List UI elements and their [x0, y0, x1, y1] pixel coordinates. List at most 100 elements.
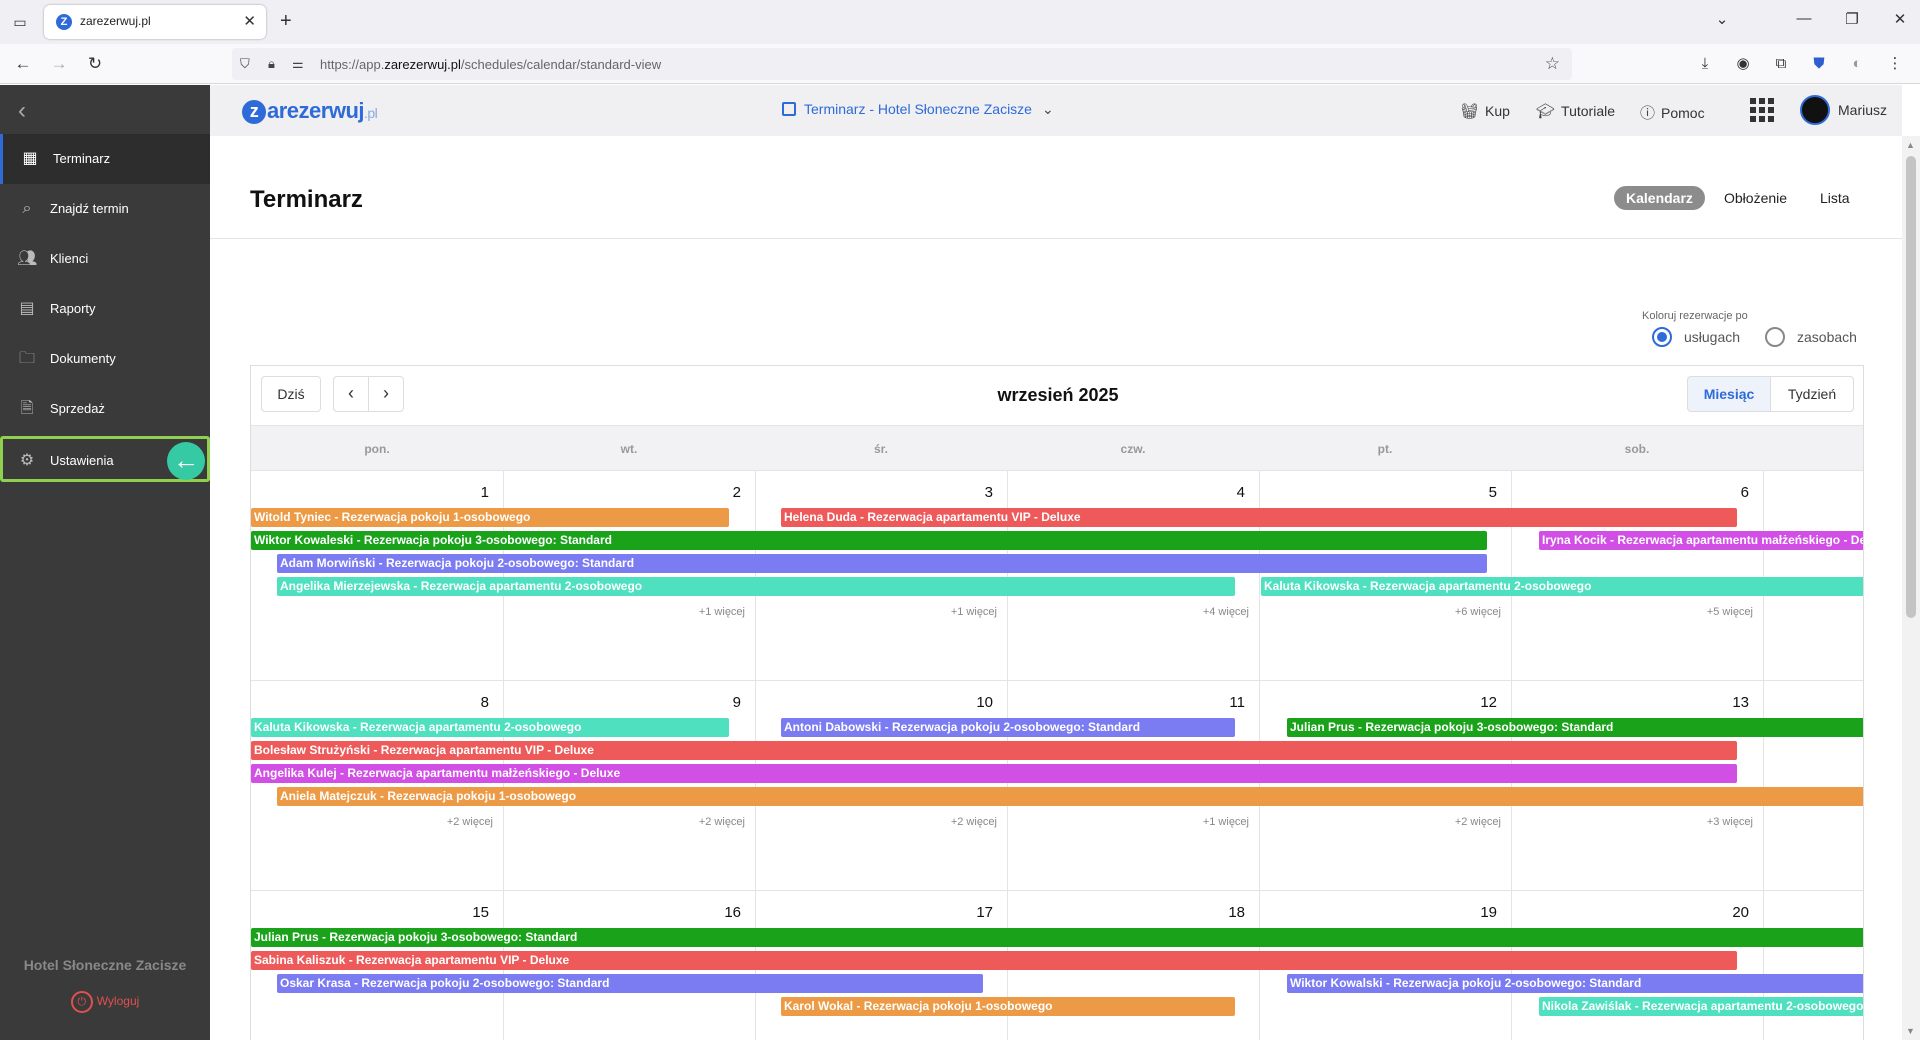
new-tab-icon[interactable]: +	[280, 10, 292, 32]
reservation-event[interactable]: Kaluta Kikowska - Rezerwacja apartamentu…	[251, 718, 729, 737]
reservation-event[interactable]: Wiktor Kowaleski - Rezerwacja pokoju 3-o…	[251, 531, 1487, 550]
day-number[interactable]: 5	[1457, 484, 1497, 501]
lock-icon[interactable]: 🔒︎	[268, 56, 275, 72]
reservation-event[interactable]: Bolesław Strużyński - Rezerwacja apartam…	[251, 741, 1737, 760]
more-events-link[interactable]: +1 więcej	[1129, 816, 1249, 828]
day-number[interactable]: 11	[1205, 694, 1245, 711]
sidebar-item-sprzedaz[interactable]: 🗎︎ Sprzedaż	[0, 384, 210, 434]
bookmark-star-icon[interactable]: ☆	[1545, 54, 1560, 74]
month-view-button[interactable]: Miesiąc	[1687, 376, 1771, 412]
day-number[interactable]: 1	[449, 484, 489, 501]
tutorials-button[interactable]: 🎓︎ Tutoriale	[1536, 102, 1615, 120]
more-events-link[interactable]: +1 więcej	[625, 606, 745, 618]
sidebar-item-klienci[interactable]: 👥︎ Klienci	[0, 234, 210, 284]
logout-button[interactable]: ⏻ Wyloguj	[0, 991, 210, 1013]
browser-tab[interactable]: Z zarezerwuj.pl ✕	[44, 5, 266, 39]
logo[interactable]: z arezerwuj.pl	[242, 98, 378, 124]
reload-icon[interactable]: ↻	[84, 53, 106, 75]
day-number[interactable]: 20	[1709, 904, 1749, 921]
reservation-event[interactable]: Helena Duda - Rezerwacja apartamentu VIP…	[781, 508, 1737, 527]
buy-button[interactable]: 🧺︎ Kup	[1460, 102, 1510, 120]
reservation-event[interactable]: Adam Morwiński - Rezerwacja pokoju 2-oso…	[277, 554, 1487, 573]
more-events-link[interactable]: +2 więcej	[625, 816, 745, 828]
color-by-services-label[interactable]: usługach	[1684, 329, 1740, 345]
reservation-event[interactable]: Wiktor Kowalski - Rezerwacja pokoju 2-os…	[1287, 974, 1863, 993]
shield-icon[interactable]: ⛉	[240, 56, 250, 72]
tab-kalendarz[interactable]: Kalendarz	[1614, 186, 1705, 210]
reservation-event[interactable]: Julian Prus - Rezerwacja pokoju 3-osobow…	[1287, 718, 1863, 737]
restore-icon[interactable]: ❐	[1842, 10, 1862, 28]
day-number[interactable]: 8	[449, 694, 489, 711]
close-window-icon[interactable]: ✕	[1890, 10, 1910, 28]
day-number[interactable]: 3	[953, 484, 993, 501]
reservation-event[interactable]: Sabina Kaliszuk - Rezerwacja apartamentu…	[251, 951, 1737, 970]
extensions-icon[interactable]: ⧉	[1771, 54, 1791, 74]
reservation-event[interactable]: Karol Wokal - Rezerwacja pokoju 1-osobow…	[781, 997, 1235, 1016]
extension-icon[interactable]: ◐	[1847, 54, 1867, 74]
url-text[interactable]: https://app.zarezerwuj.pl/schedules/cale…	[320, 57, 661, 72]
week-view-button[interactable]: Tydzień	[1770, 376, 1854, 412]
day-number[interactable]: 18	[1205, 904, 1245, 921]
forward-arrow-icon[interactable]: →	[48, 53, 70, 75]
sidebar-item-znajdz-termin[interactable]: ⌕ Znajdź termin	[0, 184, 210, 234]
reservation-event[interactable]: Nikola Zawiślak - Rezerwacja apartamentu…	[1539, 997, 1863, 1016]
color-by-resources-radio[interactable]	[1765, 327, 1785, 347]
scroll-up-icon[interactable]: ▲	[1906, 140, 1915, 150]
schedule-selector[interactable]: Terminarz - Hotel Słoneczne Zacisze ⌄	[782, 101, 1054, 118]
reservation-event[interactable]: Iryna Kocik - Rezerwacja apartamentu mał…	[1539, 531, 1863, 550]
reservation-event[interactable]: Angelika Mierzejewska - Rezerwacja apart…	[277, 577, 1235, 596]
more-events-link[interactable]: +5 więcej	[1633, 606, 1753, 618]
reservation-event[interactable]: Angelika Kulej - Rezerwacja apartamentu …	[251, 764, 1737, 783]
account-icon[interactable]: ◉	[1733, 54, 1753, 74]
day-number[interactable]: 6	[1709, 484, 1749, 501]
back-arrow-icon[interactable]: ←	[12, 53, 34, 75]
more-events-link[interactable]: +1 więcej	[877, 606, 997, 618]
sidebar-item-ustawienia[interactable]: ⚙ Ustawienia ←	[0, 436, 210, 482]
day-number[interactable]: 16	[701, 904, 741, 921]
scrollbar-thumb[interactable]	[1906, 156, 1916, 618]
day-number[interactable]: 9	[701, 694, 741, 711]
more-events-link[interactable]: +2 więcej	[373, 816, 493, 828]
tab-overflow-chevron-icon[interactable]: ⌄	[1712, 10, 1732, 28]
day-number[interactable]: 19	[1457, 904, 1497, 921]
close-tab-icon[interactable]: ✕	[243, 12, 256, 30]
day-number[interactable]: 2	[701, 484, 741, 501]
page-scrollbar[interactable]: ▲ ▼	[1902, 136, 1920, 1040]
permissions-icon[interactable]: ⚌	[292, 56, 304, 72]
more-events-link[interactable]: +2 więcej	[877, 816, 997, 828]
download-icon[interactable]: ⤓	[1695, 54, 1715, 74]
color-by-services-radio[interactable]	[1652, 327, 1672, 347]
more-events-link[interactable]: +4 więcej	[1129, 606, 1249, 618]
tab-list-icon[interactable]: ▭	[8, 10, 32, 34]
tab-oblozenie[interactable]: Obłożenie	[1712, 186, 1799, 210]
more-events-link[interactable]: +6 więcej	[1381, 606, 1501, 618]
scroll-down-icon[interactable]: ▼	[1906, 1026, 1915, 1036]
menu-icon[interactable]: ⋮	[1885, 54, 1905, 74]
apps-grid-icon[interactable]	[1750, 98, 1774, 122]
day-number[interactable]: 4	[1205, 484, 1245, 501]
help-button[interactable]: ⓘ Pomoc	[1640, 102, 1705, 123]
user-name[interactable]: Mariusz	[1838, 102, 1887, 118]
sidebar-item-terminarz[interactable]: ▦ Terminarz	[0, 134, 210, 184]
sidebar-item-raporty[interactable]: ▤ Raporty	[0, 284, 210, 334]
day-number[interactable]: 13	[1709, 694, 1749, 711]
collapse-sidebar-icon[interactable]: ‹	[18, 97, 26, 125]
reservation-event[interactable]: Julian Prus - Rezerwacja pokoju 3-osobow…	[251, 928, 1863, 947]
reservation-event[interactable]: Kaluta Kikowska - Rezerwacja apartamentu…	[1261, 577, 1863, 596]
sidebar-item-dokumenty[interactable]: 🗀︎ Dokumenty	[0, 334, 210, 384]
day-number[interactable]: 10	[953, 694, 993, 711]
avatar[interactable]	[1800, 95, 1830, 125]
day-number[interactable]: 17	[953, 904, 993, 921]
day-number[interactable]: 12	[1457, 694, 1497, 711]
minimize-icon[interactable]: —	[1794, 10, 1814, 27]
reservation-event[interactable]: Antoni Dabowski - Rezerwacja pokoju 2-os…	[781, 718, 1235, 737]
reservation-event[interactable]: Oskar Krasa - Rezerwacja pokoju 2-osobow…	[277, 974, 983, 993]
more-events-link[interactable]: +3 więcej	[1633, 816, 1753, 828]
reservation-event[interactable]: Witold Tyniec - Rezerwacja pokoju 1-osob…	[251, 508, 729, 527]
color-by-resources-label[interactable]: zasobach	[1797, 329, 1857, 345]
bitwarden-icon[interactable]: ⛊	[1809, 54, 1829, 74]
reservation-event[interactable]: Aniela Matejczuk - Rezerwacja pokoju 1-o…	[277, 787, 1863, 806]
day-number[interactable]: 15	[449, 904, 489, 921]
address-bar[interactable]: ⛉ 🔒︎ ⚌ https://app.zarezerwuj.pl/schedul…	[232, 48, 1572, 80]
tab-lista[interactable]: Lista	[1808, 186, 1862, 210]
